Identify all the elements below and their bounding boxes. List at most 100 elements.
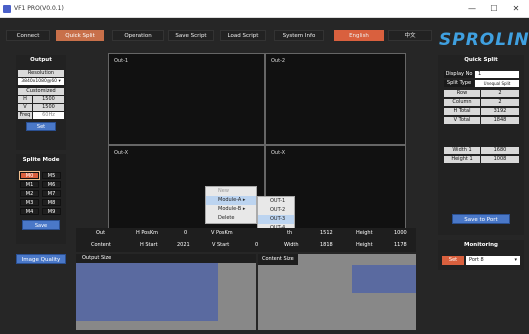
- split-type-label: Split Type: [444, 80, 474, 87]
- save-script-button[interactable]: Save Script: [168, 30, 214, 41]
- output-size-rect[interactable]: [76, 263, 218, 321]
- split-mode-title: Splite Mode: [22, 157, 60, 163]
- row-label: Row: [444, 90, 480, 97]
- width1-label: Width 1: [444, 147, 480, 154]
- mode-m6-button[interactable]: M6: [42, 181, 61, 188]
- freq-label: Freq: [18, 112, 32, 119]
- height2-value[interactable]: 1178: [394, 240, 407, 251]
- monitoring-set-button[interactable]: Set: [442, 256, 464, 265]
- chevron-down-icon: ▾: [514, 257, 517, 263]
- mode-m2-button[interactable]: M2: [20, 190, 39, 197]
- load-script-button[interactable]: Load Script: [220, 30, 266, 41]
- operation-tab[interactable]: Operation: [112, 30, 164, 41]
- hpos-label: H PosKm: [136, 230, 158, 236]
- submenu-out3[interactable]: OUT-3: [258, 215, 294, 224]
- minimize-button[interactable]: —: [462, 2, 482, 16]
- cell-label: Out-2: [271, 58, 286, 64]
- menu-item-module-a[interactable]: Module-A ▸: [206, 196, 256, 205]
- customized-label: Customized: [18, 88, 64, 95]
- quick-split-tab[interactable]: Quick Split: [56, 30, 104, 41]
- hpos-value[interactable]: 0: [184, 228, 187, 239]
- htotal-label: H Total: [444, 108, 480, 115]
- h-input[interactable]: 1500: [33, 96, 64, 103]
- maximize-button[interactable]: ☐: [484, 2, 504, 16]
- height2-label: Height: [356, 242, 373, 248]
- app-window: VF1 PRO(V0.0.1) — ☐ ✕ Connect Quick Spli…: [0, 0, 529, 334]
- htotal-value: 3192: [481, 108, 519, 115]
- mode-m7-button[interactable]: M7: [42, 190, 61, 197]
- width-label: th: [287, 230, 293, 236]
- sprolink-logo: SPROLINK: [439, 30, 529, 50]
- save-to-port-button[interactable]: Save to Port: [452, 214, 510, 224]
- port-select-value: Port 8: [469, 257, 484, 263]
- split-type-select[interactable]: Unequal Split: [475, 80, 519, 87]
- vstart-label: V Start: [212, 242, 230, 248]
- vstart-value[interactable]: 0: [255, 240, 258, 251]
- canvas-cell-out1[interactable]: Out-1: [108, 53, 265, 145]
- system-info-button[interactable]: System Info: [274, 30, 324, 41]
- content-size-preview: Content Size: [258, 254, 416, 330]
- quick-split-title: Quick Split: [464, 57, 498, 63]
- out-label: Out: [96, 230, 106, 236]
- monitoring-title: Monitoring: [464, 242, 498, 248]
- mode-m4-button[interactable]: M4: [20, 208, 39, 215]
- chevron-right-icon: ▸: [242, 197, 246, 203]
- menu-item-new[interactable]: New: [206, 187, 256, 196]
- column-input[interactable]: 2: [481, 99, 519, 106]
- content-size-rect[interactable]: [352, 265, 416, 293]
- close-button[interactable]: ✕: [506, 2, 526, 16]
- hstart-value[interactable]: 2021: [177, 240, 190, 251]
- width2-value[interactable]: 1818: [320, 240, 333, 251]
- freq-input[interactable]: 60Hz: [33, 112, 64, 119]
- hstart-label: H Start: [140, 242, 158, 248]
- height1-label: Height 1: [444, 156, 480, 163]
- resolution-label: Resolution: [18, 70, 64, 77]
- chinese-button[interactable]: 中文: [388, 30, 432, 41]
- row-input[interactable]: 2: [481, 90, 519, 97]
- output-set-button[interactable]: Set: [26, 122, 56, 131]
- menu-item-module-b[interactable]: Module-B ▸: [206, 205, 256, 214]
- height1-input[interactable]: 1008: [481, 156, 519, 163]
- width-value[interactable]: 1512: [320, 228, 333, 239]
- port-select[interactable]: Port 8 ▾: [466, 256, 520, 265]
- mode-m9-button[interactable]: M9: [42, 208, 61, 215]
- quick-split-panel: Quick Split Display No 1 Split Type Uneq…: [438, 55, 524, 235]
- column-label: Column: [444, 99, 480, 106]
- v-input[interactable]: 1500: [33, 104, 64, 111]
- display-no-label: Display No: [444, 71, 474, 78]
- canvas-cell-out2[interactable]: Out-2: [265, 53, 406, 145]
- cell-label: Out-X: [114, 150, 129, 156]
- resolution-select[interactable]: 3840x1080@60 ▾: [18, 78, 64, 85]
- connect-button[interactable]: Connect: [6, 30, 50, 41]
- vtotal-label: V Total: [444, 117, 480, 124]
- image-quality-button[interactable]: Image Quality: [16, 254, 66, 264]
- app-icon: [3, 5, 11, 13]
- mode-m0-button[interactable]: M0: [19, 171, 40, 180]
- h-label: H: [18, 96, 32, 103]
- submenu-out2[interactable]: OUT-2: [258, 206, 294, 215]
- mode-m1-button[interactable]: M1: [20, 181, 39, 188]
- split-save-button[interactable]: Save: [22, 220, 60, 230]
- window-title: VF1 PRO(V0.0.1): [14, 5, 64, 12]
- submenu-out1[interactable]: OUT-1: [258, 197, 294, 206]
- context-menu: New Module-A ▸ Module-B ▸ Delete: [205, 186, 257, 224]
- height-label: Height: [356, 230, 373, 236]
- menu-item-label: Module-B: [218, 206, 242, 212]
- english-button[interactable]: English: [334, 30, 384, 41]
- cell-label: Out-1: [114, 58, 129, 64]
- monitoring-panel: Monitoring Set Port 8 ▾: [438, 240, 524, 270]
- menu-item-delete[interactable]: Delete: [206, 214, 256, 223]
- v-label: V: [18, 104, 32, 111]
- width1-input[interactable]: 1680: [481, 147, 519, 154]
- vpos-label: V PosKm: [211, 230, 233, 236]
- content-label: Content: [91, 242, 111, 248]
- mode-m5-button[interactable]: M5: [42, 172, 61, 179]
- menu-bar: Connect Quick Split Operation Save Scrip…: [0, 18, 529, 50]
- mode-m8-button[interactable]: M8: [42, 199, 61, 206]
- mode-m3-button[interactable]: M3: [20, 199, 39, 206]
- title-bar: VF1 PRO(V0.0.1) — ☐ ✕: [0, 0, 529, 18]
- display-no-select[interactable]: 1: [475, 71, 519, 78]
- split-mode-panel: Splite Mode M0 M5 M1 M6 M2 M7 M3 M8 M4 M…: [16, 154, 66, 244]
- info-bar: Out H PosKm 0 V PosKm th 1512 Height 100…: [76, 228, 416, 252]
- height-value[interactable]: 1000: [394, 228, 407, 239]
